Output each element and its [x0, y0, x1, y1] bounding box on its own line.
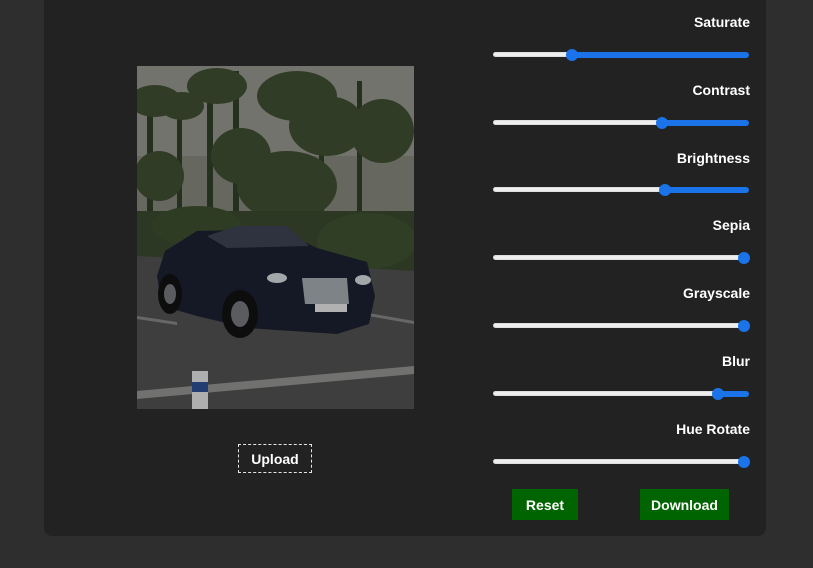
slider-track-filled — [493, 120, 662, 125]
slider-saturate[interactable] — [493, 49, 749, 61]
slider-thumb[interactable] — [738, 252, 750, 264]
slider-thumb[interactable] — [656, 117, 668, 129]
slider-brightness[interactable] — [493, 184, 749, 196]
download-button[interactable]: Download — [640, 489, 729, 520]
slider-label-brightness: Brightness — [676, 150, 750, 166]
slider-label-contrast: Contrast — [692, 82, 750, 98]
slider-track-filled — [493, 187, 665, 192]
slider-label-grayscale: Grayscale — [683, 285, 750, 301]
photo-preview — [137, 66, 414, 409]
slider-contrast[interactable] — [493, 117, 749, 129]
slider-label-blur: Blur — [722, 353, 750, 369]
slider-track-remaining — [572, 52, 749, 58]
car-photo-image — [137, 66, 414, 409]
slider-thumb[interactable] — [738, 456, 750, 468]
slider-thumb[interactable] — [659, 184, 671, 196]
slider-label-sepia: Sepia — [712, 217, 750, 233]
slider-grayscale[interactable] — [493, 320, 750, 332]
slider-thumb[interactable] — [738, 320, 750, 332]
slider-sepia[interactable] — [493, 252, 750, 264]
slider-track-remaining — [662, 120, 749, 126]
upload-button[interactable]: Upload — [238, 444, 312, 473]
slider-thumb[interactable] — [566, 49, 578, 61]
slider-track-filled — [493, 255, 744, 260]
slider-label-hue-rotate: Hue Rotate — [676, 421, 750, 437]
slider-track-filled — [493, 391, 718, 396]
slider-thumb[interactable] — [712, 388, 724, 400]
slider-track-filled — [493, 323, 744, 328]
slider-track-remaining — [665, 187, 749, 193]
slider-track-filled — [493, 52, 572, 57]
slider-track-filled — [493, 459, 744, 464]
slider-hue-rotate[interactable] — [493, 456, 750, 468]
slider-label-saturate: Saturate — [693, 14, 750, 30]
reset-button[interactable]: Reset — [512, 489, 578, 520]
slider-blur[interactable] — [493, 388, 749, 400]
